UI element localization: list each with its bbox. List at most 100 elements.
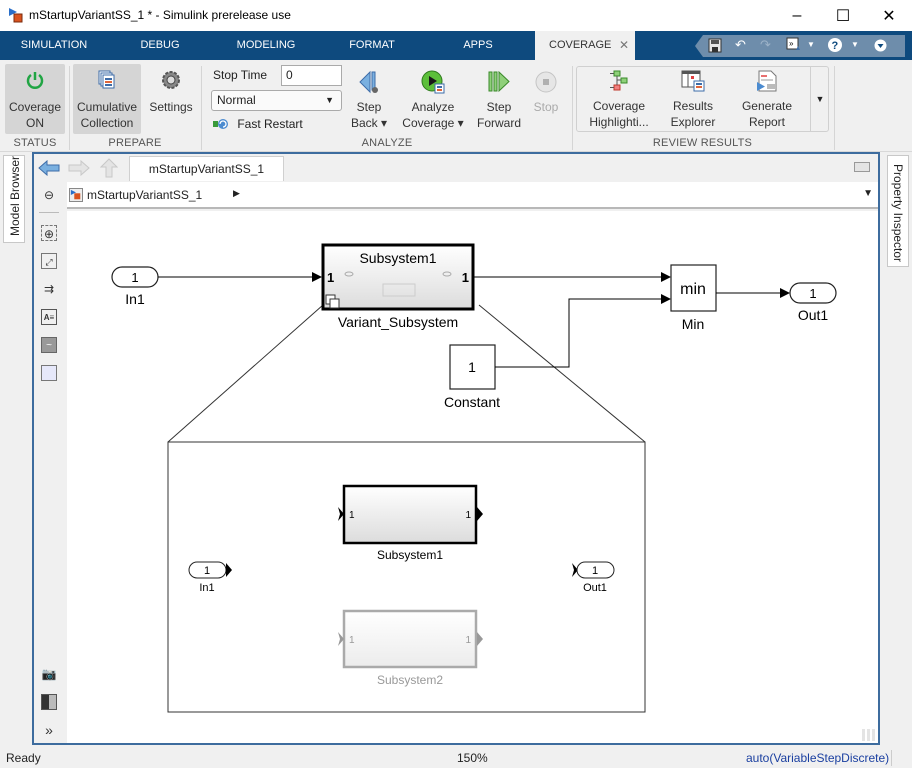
breadcrumb: mStartupVariantSS_1 ▶ ▼ (67, 182, 878, 209)
up-arrow-icon[interactable] (100, 158, 118, 178)
coverage-highlighting-line1: Coverage (592, 99, 646, 113)
status-bar: Ready 150% auto(VariableStepDiscrete) (0, 748, 912, 768)
zoom-in-icon[interactable]: ⊕ (41, 225, 57, 241)
tab-coverage-label: COVERAGE (549, 39, 612, 51)
step-back-button[interactable]: Step Back ▾ (348, 64, 390, 134)
model-browser-label: Model Browser (8, 155, 22, 236)
fit-to-view-icon[interactable]: ⤢ (41, 253, 57, 269)
variant-subsystem-block[interactable]: Subsystem1 1 1 Variant_Subsystem (321, 243, 475, 330)
generate-report-icon (757, 70, 777, 92)
undo-icon[interactable]: ↶ (735, 37, 746, 53)
generate-report-button[interactable]: Generate Report (732, 68, 802, 130)
save-icon[interactable] (708, 38, 722, 53)
fast-restart-button[interactable]: Fast Restart (213, 117, 303, 131)
hide-browser-icon[interactable]: ⊖ (41, 187, 57, 203)
close-tab-icon[interactable]: ✕ (619, 31, 629, 60)
shortcut-dropdown-icon[interactable]: ▼ (807, 37, 815, 53)
breadcrumb-model[interactable]: mStartupVariantSS_1 (87, 188, 202, 202)
chevron-down-icon: ▼ (325, 95, 334, 105)
analyze-coverage-line1: Analyze (411, 100, 455, 114)
constant-block[interactable]: 1 Constant (444, 344, 500, 410)
step-back-line1: Step (356, 100, 382, 114)
tab-format[interactable]: FORMAT (340, 31, 404, 60)
minimize-button[interactable]: – (774, 0, 820, 31)
step-forward-line2: Forward (476, 116, 521, 130)
simulink-app-icon (9, 8, 23, 23)
stop-time-input[interactable]: 0 (281, 65, 342, 86)
in1-block[interactable]: 1 In1 (111, 266, 159, 307)
tab-simulation[interactable]: SIMULATION (10, 31, 98, 60)
model-browser-tab[interactable]: Model Browser (3, 155, 25, 243)
step-forward-icon (488, 70, 510, 93)
stop-time-label: Stop Time (213, 68, 268, 82)
variant-out-port: 1 (462, 270, 469, 285)
tab-debug[interactable]: DEBUG (128, 31, 192, 60)
coverage-on-button[interactable]: Coverage ON (5, 64, 65, 134)
cumulative-collection-button[interactable]: Cumulative Collection (73, 64, 141, 134)
divider (201, 66, 202, 150)
preview-out1-port: 1 (592, 565, 598, 577)
redo-icon[interactable]: ↷ (760, 37, 771, 53)
arrowhead (312, 272, 322, 282)
constant-label: Constant (444, 394, 500, 410)
min-label: Min (682, 316, 705, 332)
diagram-canvas[interactable]: 1 In1 Subsystem1 1 1 Variant_Subsystem 1… (67, 211, 878, 743)
help-dropdown-icon[interactable]: ▼ (851, 37, 859, 53)
image-icon[interactable]: ~ (41, 337, 57, 353)
breadcrumb-dropdown-icon[interactable]: ▼ (863, 188, 873, 199)
step-forward-button[interactable]: Step Forward (474, 64, 524, 134)
canvas-resize-handle[interactable] (862, 729, 876, 741)
tab-modeling[interactable]: MODELING (226, 31, 306, 60)
model-tab[interactable]: mStartupVariantSS_1 (129, 156, 284, 181)
annotation-icon[interactable]: A≡ (41, 309, 57, 325)
preview-out1-label: Out1 (583, 582, 607, 594)
preview-subsystem1-label: Subsystem1 (377, 548, 443, 562)
coverage-highlighting-button[interactable]: Coverage Highlighti... (582, 68, 656, 130)
divider (834, 66, 835, 150)
variant-active-choice: Subsystem1 (359, 250, 436, 266)
variant-subsystem-label: Variant_Subsystem (338, 314, 458, 330)
property-inspector-label: Property Inspector (891, 164, 905, 263)
keyboard-icon[interactable] (854, 162, 870, 172)
preview-subsystem1-out-port: 1 (465, 510, 471, 521)
tab-apps[interactable]: APPS (452, 31, 504, 60)
generate-report-line1: Generate (741, 99, 793, 113)
expand-ribbon-icon[interactable] (874, 39, 887, 52)
maximize-button[interactable]: ☐ (820, 0, 866, 31)
forward-arrow-icon[interactable] (68, 160, 90, 176)
ribbon-tabs: SIMULATION DEBUG MODELING FORMAT APPS CO… (0, 31, 912, 60)
close-button[interactable]: ✕ (866, 0, 912, 31)
solver-link[interactable]: auto(VariableStepDiscrete) (746, 751, 889, 765)
step-back-line2: Back ▾ (350, 116, 388, 130)
area-icon[interactable] (41, 365, 57, 381)
simulation-mode-select[interactable]: Normal ▼ (211, 90, 342, 111)
in1-port-number: 1 (131, 270, 138, 285)
gallery-expand-button[interactable]: ▼ (810, 67, 829, 131)
model-icon (69, 188, 83, 202)
breadcrumb-arrow-icon[interactable]: ▶ (233, 188, 240, 199)
variant-preview-frame (167, 441, 646, 713)
stop-icon (535, 71, 557, 93)
camera-icon[interactable]: 📷 (41, 666, 57, 682)
property-inspector-tab[interactable]: Property Inspector (887, 155, 909, 267)
divider (891, 750, 892, 766)
help-icon[interactable]: ? (827, 37, 843, 53)
signal-line-constant-to-min[interactable] (495, 298, 661, 368)
status-state: Ready (6, 751, 41, 765)
arrowhead (661, 272, 671, 282)
tab-coverage[interactable]: COVERAGE ✕ (535, 31, 635, 60)
settings-button[interactable]: Settings (145, 64, 197, 134)
out1-port-number: 1 (809, 286, 816, 301)
property-table-icon[interactable] (41, 694, 57, 710)
min-block[interactable]: min Min (670, 264, 717, 332)
divider (39, 212, 59, 213)
out1-block[interactable]: 1 Out1 (789, 282, 837, 323)
route-lines-icon[interactable]: ⇉ (41, 281, 57, 297)
divider (572, 66, 573, 150)
stop-button[interactable]: Stop (528, 64, 564, 134)
back-arrow-icon[interactable] (38, 160, 60, 176)
more-tools-icon[interactable]: » (41, 722, 57, 738)
results-explorer-button[interactable]: Results Explorer (660, 68, 726, 130)
analyze-coverage-button[interactable]: Analyze Coverage ▾ (397, 64, 469, 134)
shortcut-icon[interactable]: » (786, 37, 802, 53)
